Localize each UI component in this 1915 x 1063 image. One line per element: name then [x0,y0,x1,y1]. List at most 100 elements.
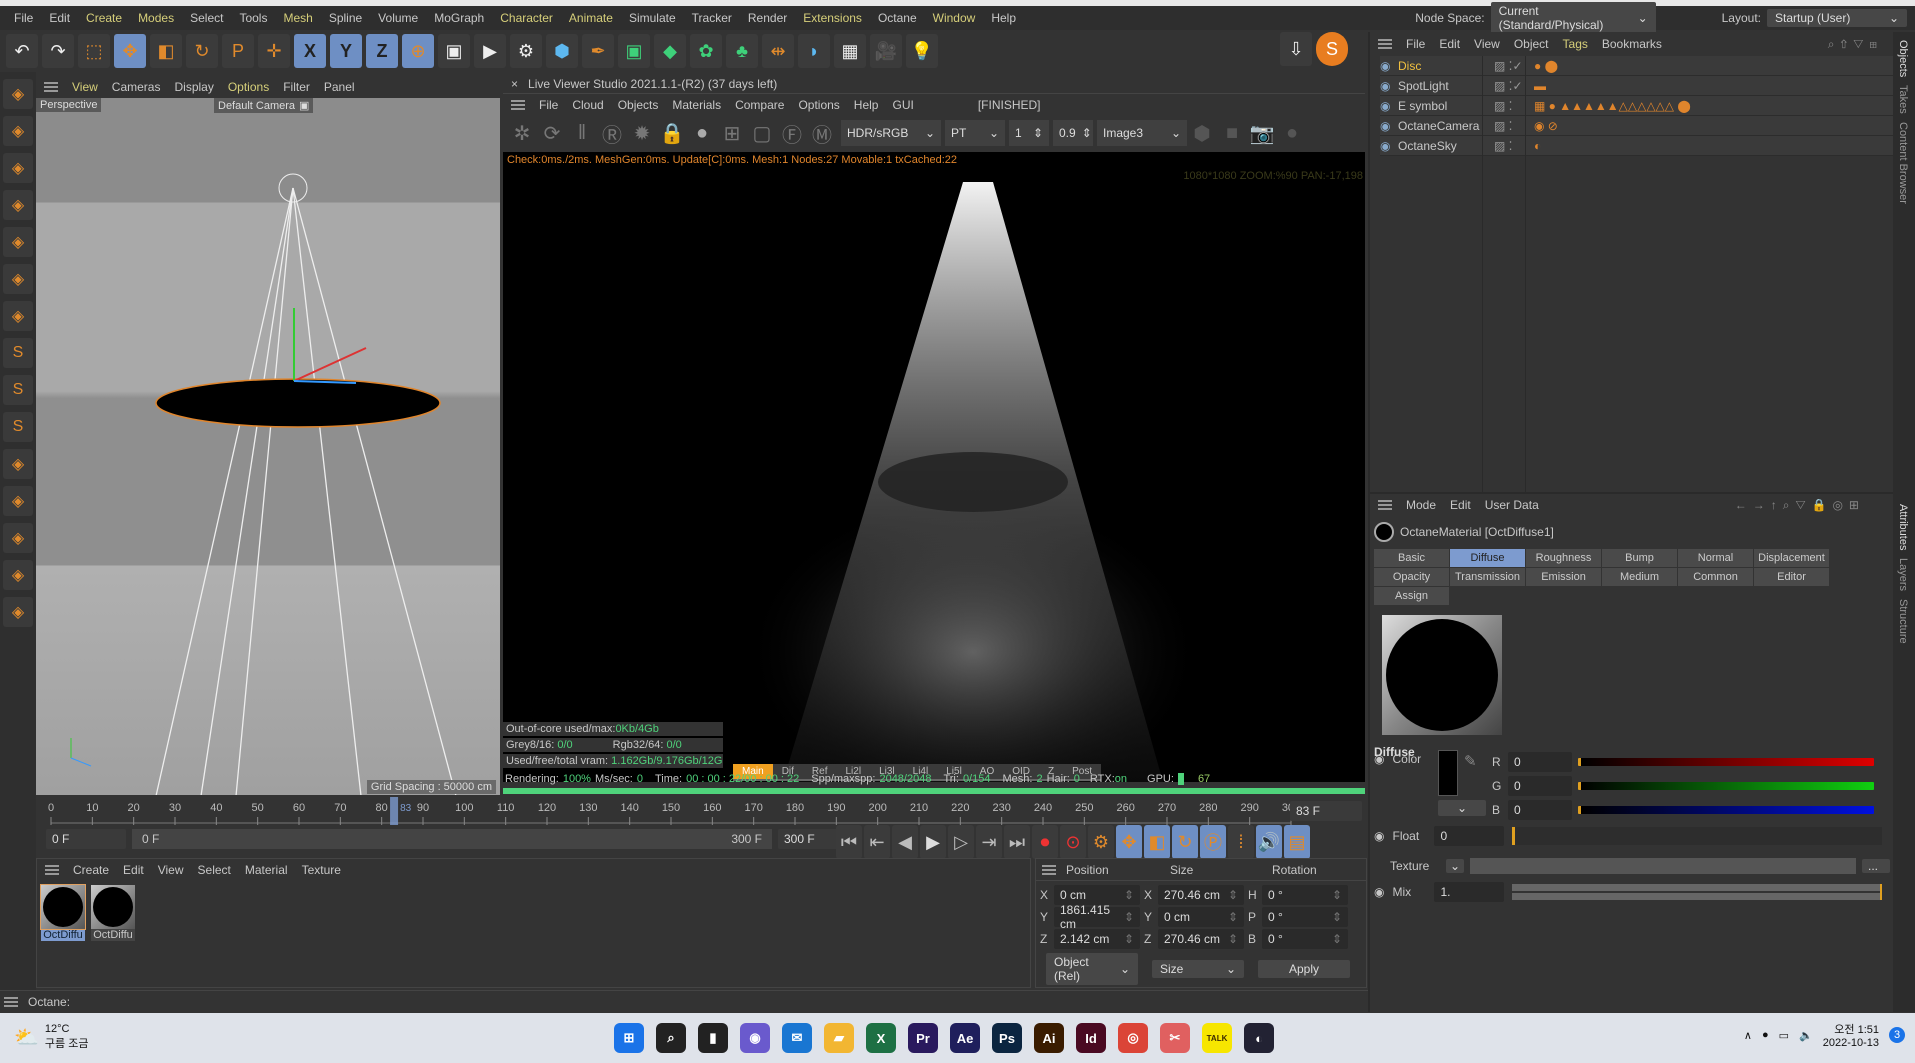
menu-icon[interactable] [511,100,525,110]
octane-import-icon[interactable]: ⇩ [1280,32,1312,66]
menu-icon[interactable] [44,82,58,92]
menu-select[interactable]: Select [182,11,231,25]
side-tab-structure[interactable]: Structure [1897,599,1909,644]
render-settings-icon[interactable]: ⚙ [510,34,542,68]
resolution-lock-icon[interactable]: Ⓡ [597,119,627,148]
color-g-slider[interactable] [1578,782,1874,790]
settings-gear-icon[interactable]: ✹ [627,121,657,146]
shape-icon[interactable]: ⬢ [1187,121,1217,146]
task-view-app-icon[interactable]: ▮ [698,1023,728,1053]
world-axis-icon[interactable]: ✛ [258,34,290,68]
menu-help[interactable]: Help [983,11,1024,25]
weather-widget[interactable]: ⛅ 12°C 구름 조금 [14,1023,88,1051]
color-b-slider[interactable] [1578,806,1874,814]
material-menu-edit[interactable]: Edit [123,863,144,877]
material-pick-icon[interactable]: Ⓜ [807,119,837,148]
substance-icon[interactable]: S [1316,32,1348,66]
attr-menu-user-data[interactable]: User Data [1485,498,1539,512]
volume-icon[interactable]: 🔈 [1799,1029,1813,1042]
chat-app-icon[interactable]: ◉ [740,1023,770,1053]
points-mode-icon[interactable]: ◈ [3,116,33,146]
current-frame-field[interactable]: 83 F [1290,801,1362,821]
scale-icon[interactable]: ◧ [150,34,182,68]
mail-app-icon[interactable]: ✉ [782,1023,812,1053]
region-icon[interactable]: ▢ [747,121,777,146]
object-menu-file[interactable]: File [1406,37,1425,51]
deformer-icon[interactable]: ◗ [798,34,830,68]
color-r-slider[interactable] [1578,758,1874,766]
texture-browse-button[interactable]: ... [1862,859,1890,873]
frame-range-slider[interactable]: 0 F 300 F [132,829,772,849]
viewport-menu-cameras[interactable]: Cameras [112,80,161,94]
value1-stepper[interactable]: 1 ⇕ [1009,120,1049,146]
circle-icon[interactable]: ● [1277,122,1307,145]
key-pla-icon[interactable]: ⁞ [1228,825,1254,859]
menu-mograph[interactable]: MoGraph [426,11,492,25]
after-effects-app-icon[interactable]: Ae [950,1023,980,1053]
y-axis-icon[interactable]: Y [330,34,362,68]
polygons-mode-icon[interactable]: ◈ [3,190,33,220]
object-tags[interactable]: ◉ ⊘ [1534,119,1558,133]
tab-basic[interactable]: Basic [1374,549,1449,567]
key-rotation-icon[interactable]: ↻ [1172,825,1198,859]
workplane-icon[interactable]: ◈ [3,486,33,516]
coordinate-field[interactable]: 0 cm ⇕ [1158,907,1244,927]
search-app-icon[interactable]: ⌕ [656,1023,686,1053]
rect-icon[interactable]: ■ [1217,122,1247,145]
coordinate-field[interactable]: 1861.415 cm ⇕ [1054,903,1140,931]
edges-mode-icon[interactable]: ◈ [3,153,33,183]
undo-icon[interactable]: ↶ [6,34,38,68]
rotate-icon[interactable]: ↻ [186,34,218,68]
floor-icon[interactable]: ▦ [834,34,866,68]
model-mode-icon[interactable]: ◈ [3,79,33,109]
next-key-icon[interactable]: ⇥ [976,825,1002,859]
tab-common[interactable]: Common [1678,568,1753,586]
animate-radio[interactable]: ◉ [1374,752,1384,766]
visibility-toggle-icon[interactable]: ▨ ⁚✓ [1494,59,1534,73]
float-field[interactable]: 0 [1434,826,1505,846]
subdivision-icon[interactable]: ▣ [618,34,650,68]
lv-menu-cloud[interactable]: Cloud [572,98,603,112]
record-icon[interactable]: ⏺ [1032,825,1058,859]
object-tags[interactable]: ● ⬤ [1534,59,1558,73]
tab-bump[interactable]: Bump [1602,549,1677,567]
symmetry-icon[interactable]: ⇹ [762,34,794,68]
value2-stepper[interactable]: 0.9 ⇕ [1053,120,1093,146]
close-icon[interactable]: × [511,77,518,91]
object-row[interactable]: ◉ OctaneSky ▨ ⁚ ◐ [1380,136,1893,156]
menu-icon[interactable] [1378,39,1392,49]
tab-roughness[interactable]: Roughness [1526,549,1601,567]
menu-simulate[interactable]: Simulate [621,11,684,25]
menu-spline[interactable]: Spline [321,11,370,25]
z-axis-icon[interactable]: Z [366,34,398,68]
menu-file[interactable]: File [6,11,41,25]
side-tab-attributes[interactable]: Attributes [1897,504,1909,550]
object-row[interactable]: ◉ SpotLight ▨ ⁚✓ ▬ [1380,76,1893,96]
color-g-field[interactable]: 0 [1508,776,1572,796]
x-axis-icon[interactable]: X [294,34,326,68]
coordinate-system-icon[interactable]: ⊕ [402,34,434,68]
lv-menu-compare[interactable]: Compare [735,98,784,112]
lv-menu-gui[interactable]: GUI [892,98,913,112]
grid-icon[interactable]: ◈ [3,523,33,553]
color-b-field[interactable]: 0 [1508,800,1572,820]
cloner-icon[interactable]: ✿ [690,34,722,68]
animate-radio[interactable]: ◉ [1374,829,1384,843]
layout-select[interactable]: Startup (User) ⌄ [1767,9,1907,27]
snipping-app-icon[interactable]: ✂ [1160,1023,1190,1053]
tab-normal[interactable]: Normal [1678,549,1753,567]
region-add-icon[interactable]: ⊞ [717,121,747,146]
render-view[interactable]: Check:0ms./2ms. MeshGen:0ms. Update[C]:0… [503,152,1365,782]
mograph-icon[interactable]: ♣ [726,34,758,68]
menu-extensions[interactable]: Extensions [795,11,870,25]
visibility-toggle-icon[interactable]: ▨ ⁚ [1494,139,1534,153]
autokey-icon[interactable]: ⊙ [1060,825,1086,859]
object-tags[interactable]: ◐ [1534,139,1541,153]
explorer-app-icon[interactable]: ▰ [824,1023,854,1053]
viewport-menu-options[interactable]: Options [228,80,269,94]
key-param-icon[interactable]: Ⓟ [1200,825,1226,859]
start-frame-field[interactable]: 0 F [46,829,126,849]
pause-icon[interactable]: ‖ [567,122,597,145]
menu-icon[interactable] [4,996,18,1007]
x-axis-gizmo[interactable] [293,347,367,382]
